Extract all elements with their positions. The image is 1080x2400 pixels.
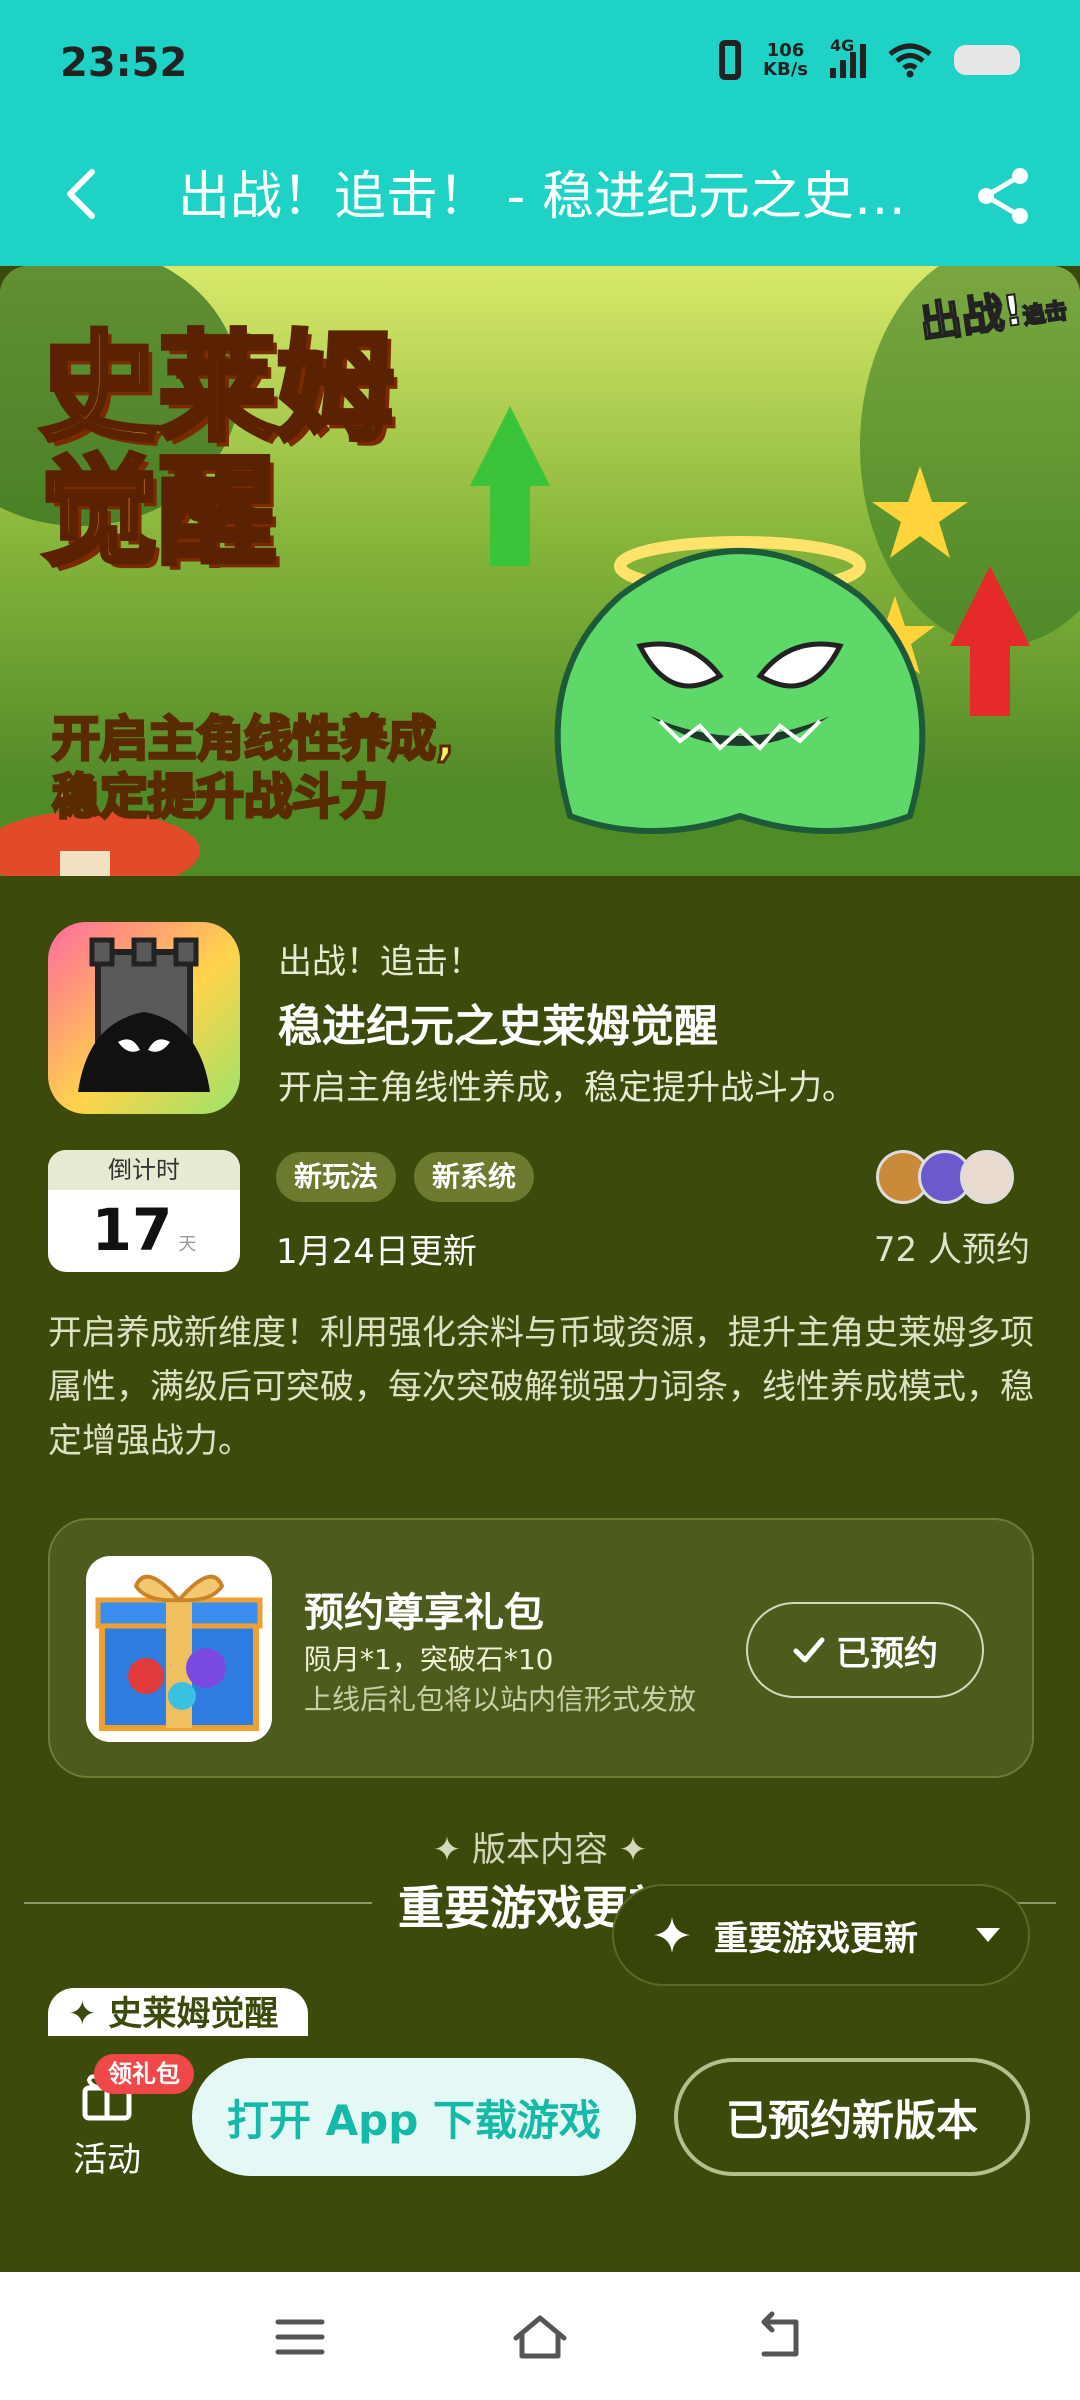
banner-subtitle: 开启主角线性养成, 稳定提升战斗力 bbox=[51, 710, 456, 827]
slime-character bbox=[554, 536, 926, 834]
divider bbox=[24, 1902, 372, 1904]
status-time: 23:52 bbox=[60, 40, 188, 86]
castle-slime-icon bbox=[78, 937, 210, 1092]
banner-title: 史莱姆觉醒 bbox=[38, 319, 397, 581]
check-icon bbox=[793, 1637, 825, 1663]
update-description: 开启养成新维度！利用强化余料与币域资源，提升主角史莱姆多项属性，满级后可突破，每… bbox=[48, 1313, 1034, 1461]
vibrate-icon bbox=[719, 40, 742, 80]
wifi-icon bbox=[888, 43, 932, 78]
gift-card: 预约尊享礼包 陨月*1，突破石*10 上线后礼包将以站内信形式发放 已预约 bbox=[48, 1518, 1034, 1778]
sparkle-icon bbox=[654, 1917, 690, 1953]
section-selector[interactable]: 重要游戏更新 bbox=[612, 1884, 1030, 1986]
update-date: 1月24日更新 bbox=[276, 1232, 477, 1272]
bottom-action-bar: 活动 领礼包 打开 App 下载游戏 已预约新版本 bbox=[0, 2036, 1080, 2272]
section-label: ✦ 版本内容 ✦ bbox=[432, 1830, 648, 1870]
slime-chip[interactable]: ✦ 史莱姆觉醒 bbox=[48, 1988, 309, 2036]
back-icon[interactable] bbox=[750, 2310, 810, 2364]
chevron-down-icon bbox=[976, 1928, 1000, 1942]
signal-icon: 4G bbox=[830, 36, 866, 78]
system-nav-bar bbox=[0, 2272, 1080, 2400]
reserved-version-button[interactable]: 已预约新版本 bbox=[674, 2058, 1030, 2176]
status-icons: 106 KB/s 4G bbox=[719, 36, 1020, 80]
net-speed: 106 KB/s bbox=[763, 40, 808, 80]
avatar bbox=[960, 1150, 1014, 1204]
tag-new-system: 新系统 bbox=[414, 1152, 535, 1202]
gift-badge: 领礼包 bbox=[94, 2054, 194, 2094]
countdown-days: 17 天 bbox=[91, 1196, 197, 1264]
tag-new-gameplay: 新玩法 bbox=[276, 1152, 397, 1202]
status-bar: 23:52 106 KB/s 4G bbox=[0, 0, 1080, 130]
open-app-button[interactable]: 打开 App 下载游戏 bbox=[192, 2058, 636, 2176]
reserved-button[interactable]: 已预约 bbox=[746, 1602, 984, 1698]
app-tagline: 开启主角线性养成，稳定提升战斗力。 bbox=[278, 1068, 856, 1108]
gift-note: 上线后礼包将以站内信形式发放 bbox=[304, 1683, 697, 1716]
share-icon[interactable] bbox=[972, 164, 1036, 228]
app-series: 出战！追击！ bbox=[278, 942, 482, 982]
home-icon[interactable] bbox=[510, 2310, 570, 2364]
reserver-avatars bbox=[876, 1150, 1014, 1204]
app-icon[interactable] bbox=[48, 922, 240, 1114]
countdown-label: 倒计时 bbox=[48, 1150, 240, 1190]
gift-title: 预约尊享礼包 bbox=[304, 1590, 544, 1636]
top-nav-bar: 出战！追击！ - 稳进纪元之史莱姆觉醒 bbox=[0, 130, 1080, 266]
menu-icon[interactable] bbox=[270, 2310, 330, 2364]
app-name: 稳进纪元之史莱姆觉醒 bbox=[278, 1001, 718, 1052]
page-title: 出战！追击！ - 稳进纪元之史莱姆觉醒 bbox=[178, 167, 938, 227]
gift-box-icon bbox=[86, 1556, 272, 1742]
battery-icon bbox=[954, 45, 1020, 75]
countdown-card: 倒计时 17 天 bbox=[48, 1150, 240, 1272]
reservation-count: 72 人预约 bbox=[873, 1230, 1030, 1270]
activity-label: 活动 bbox=[73, 2140, 141, 2180]
gift-items: 陨月*1，突破石*10 bbox=[304, 1643, 554, 1676]
hero-banner[interactable]: 出战!追击 史莱姆觉醒 开启主角线性养成, 稳定提升战斗力 bbox=[0, 266, 1080, 876]
back-arrow-icon[interactable] bbox=[54, 164, 114, 224]
